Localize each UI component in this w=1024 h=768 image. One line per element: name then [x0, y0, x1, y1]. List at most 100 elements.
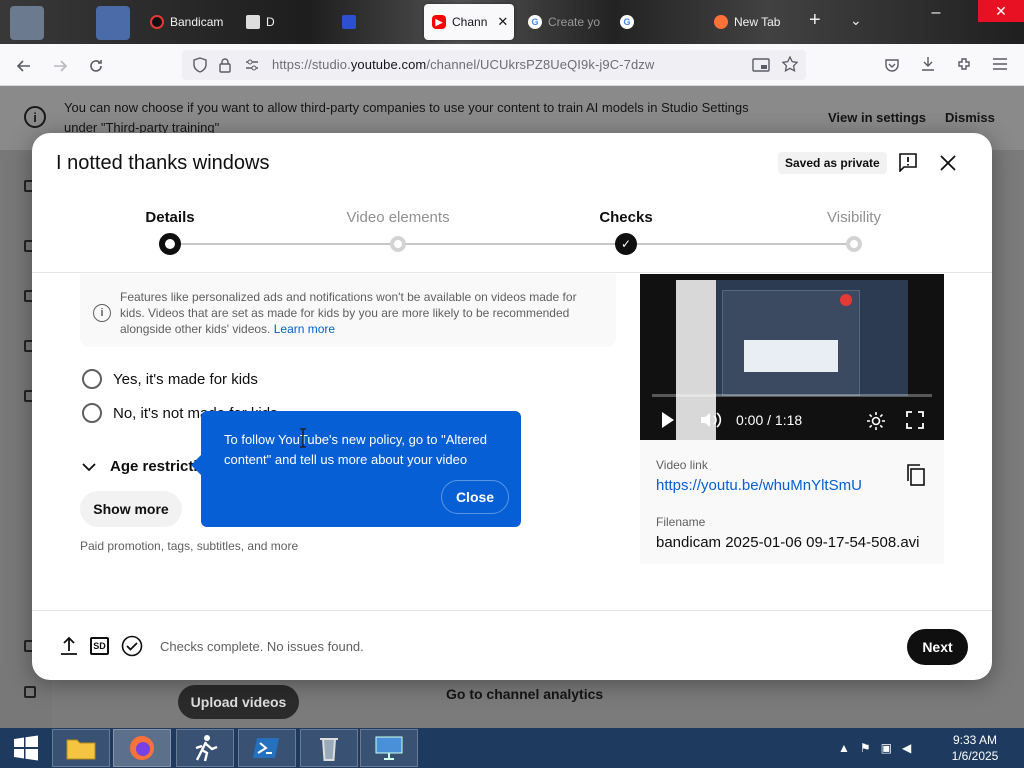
- recycle-bin-icon[interactable]: [10, 6, 44, 40]
- view-in-settings-button[interactable]: View in settings: [814, 106, 940, 129]
- window-minimize-button[interactable]: –: [926, 4, 946, 22]
- learn-more-link[interactable]: Learn more: [274, 322, 335, 336]
- running-man-icon: [195, 735, 218, 762]
- show-more-button[interactable]: Show more: [80, 491, 182, 527]
- monitor-icon: [375, 736, 403, 760]
- step-current-dot[interactable]: [159, 233, 181, 255]
- step-checks[interactable]: Checks: [546, 209, 706, 226]
- firefox-icon: [130, 736, 154, 760]
- volume-icon[interactable]: ◀: [902, 741, 911, 755]
- upload-icon[interactable]: [58, 635, 80, 657]
- tab-google-create[interactable]: G Create yo: [520, 4, 612, 40]
- step-details[interactable]: Details: [90, 209, 250, 226]
- tab-youtube-studio[interactable]: ▶ Chann ✕: [424, 4, 514, 40]
- kids-info-copy: Features like personalized ads and notif…: [120, 290, 577, 336]
- browser-nav-bar: https://studio.youtube.com/channel/UCUkr…: [0, 44, 1024, 86]
- taskbar-clock[interactable]: 9:33 AM 1/6/2025: [940, 732, 1010, 764]
- next-button[interactable]: Next: [907, 629, 968, 665]
- channel-analytics-link[interactable]: Go to channel analytics: [446, 686, 603, 702]
- tab-list-chevron-icon[interactable]: ⌄: [850, 12, 862, 29]
- play-icon[interactable]: [660, 411, 676, 429]
- feedback-sidebar-icon[interactable]: [24, 686, 36, 698]
- radio-circle[interactable]: [82, 403, 102, 423]
- download-icon[interactable]: [920, 56, 936, 72]
- reload-button[interactable]: [84, 54, 108, 78]
- video-player[interactable]: 0:00 / 1:18: [640, 274, 944, 440]
- dismiss-button[interactable]: Dismiss: [931, 106, 1009, 129]
- tab-app[interactable]: [334, 4, 420, 40]
- dialog-title: I notted thanks windows: [56, 152, 270, 174]
- tooltip-close-button[interactable]: Close: [441, 480, 509, 514]
- new-tab-button[interactable]: +: [809, 10, 821, 30]
- upload-videos-button[interactable]: Upload videos: [178, 685, 299, 719]
- lock-icon[interactable]: [218, 57, 232, 73]
- system-tray: ▲ ⚑ ▣ ◀: [838, 741, 911, 755]
- info-icon: i: [93, 304, 111, 322]
- video-link[interactable]: https://youtu.be/whuMnYltSmU: [656, 477, 862, 494]
- action-center-flag-icon[interactable]: ⚑: [860, 741, 871, 755]
- picture-in-picture-icon[interactable]: [752, 57, 770, 73]
- kids-info-box: i Features like personalized ads and not…: [80, 274, 616, 347]
- sd-quality-icon[interactable]: SD: [90, 637, 109, 655]
- taskbar-computer[interactable]: [360, 729, 418, 767]
- start-button[interactable]: [0, 728, 52, 768]
- step-connector: [398, 243, 626, 245]
- tab-google[interactable]: G: [612, 4, 702, 40]
- radio-made-for-kids[interactable]: Yes, it's made for kids: [82, 369, 258, 389]
- firefox-icon: [714, 15, 728, 29]
- close-icon[interactable]: [938, 153, 958, 173]
- url-domain: youtube.com: [350, 57, 427, 72]
- copy-icon[interactable]: [906, 464, 926, 486]
- step-visibility[interactable]: Visibility: [774, 209, 934, 226]
- step-todo-dot[interactable]: [390, 236, 406, 252]
- window-close-button[interactable]: ✕: [978, 0, 1024, 22]
- taskbar-powershell[interactable]: [238, 729, 296, 767]
- computer-icon[interactable]: [96, 6, 130, 40]
- app-icon: [342, 15, 356, 29]
- taskbar-recycle-bin[interactable]: [300, 729, 358, 767]
- step-connector: [170, 243, 398, 245]
- settings-gear-icon[interactable]: [866, 411, 886, 431]
- url-text[interactable]: https://studio.youtube.com/channel/UCUkr…: [272, 57, 654, 72]
- radio-circle[interactable]: [82, 369, 102, 389]
- upload-stepper: Details Video elements Checks Visibility…: [32, 195, 992, 273]
- tab-close-icon[interactable]: ✕: [497, 14, 508, 30]
- menu-icon[interactable]: [992, 57, 1008, 71]
- video-progress-bar[interactable]: [652, 394, 932, 397]
- fullscreen-icon[interactable]: [906, 411, 924, 429]
- check-circle-icon[interactable]: [121, 635, 143, 657]
- extensions-icon[interactable]: [956, 56, 972, 72]
- windows-taskbar: ▲ ⚑ ▣ ◀ 9:33 AM 1/6/2025: [0, 728, 1024, 768]
- text-cursor-icon: [300, 428, 306, 448]
- altered-content-tooltip: To follow YouTube's new policy, go to "A…: [191, 411, 521, 527]
- google-icon: G: [620, 15, 634, 29]
- tab-new-tab[interactable]: New Tab: [706, 4, 802, 40]
- tab-document[interactable]: D: [238, 4, 334, 40]
- video-frame-dialog: [744, 340, 838, 372]
- taskbar-firefox[interactable]: [113, 729, 171, 767]
- step-video-elements[interactable]: Video elements: [318, 209, 478, 226]
- taskbar-running-app[interactable]: [176, 729, 234, 767]
- shield-icon[interactable]: [192, 57, 208, 73]
- network-icon[interactable]: ▣: [881, 741, 892, 755]
- step-check-icon[interactable]: ✓: [615, 233, 637, 255]
- banner-text: You can now choose if you want to allow …: [64, 100, 749, 135]
- taskbar-file-explorer[interactable]: [52, 729, 110, 767]
- volume-icon[interactable]: [700, 411, 722, 429]
- bookmark-star-icon[interactable]: [782, 56, 798, 72]
- forward-button[interactable]: [48, 54, 72, 78]
- video-preview-card: 0:00 / 1:18 Video link https://youtu.be/…: [640, 274, 944, 564]
- pocket-icon[interactable]: [884, 57, 900, 73]
- step-todo-dot[interactable]: [846, 236, 862, 252]
- report-issue-icon[interactable]: [898, 152, 918, 172]
- back-button[interactable]: [12, 54, 36, 78]
- tray-chevron-up-icon[interactable]: ▲: [838, 741, 850, 755]
- info-icon: i: [24, 106, 46, 128]
- dialog-footer: SD Checks complete. No issues found. Nex…: [32, 610, 992, 680]
- permissions-icon[interactable]: [244, 57, 260, 73]
- tab-bandicam[interactable]: Bandicam: [142, 4, 238, 40]
- browser-tab-bar: Bandicam D ▶ Chann ✕ G Create yo G New T…: [0, 0, 1024, 44]
- checks-status: Checks complete. No issues found.: [160, 639, 364, 654]
- url-bar[interactable]: https://studio.youtube.com/channel/UCUkr…: [182, 50, 806, 80]
- upload-details-dialog: I notted thanks windows Saved as private…: [32, 133, 992, 680]
